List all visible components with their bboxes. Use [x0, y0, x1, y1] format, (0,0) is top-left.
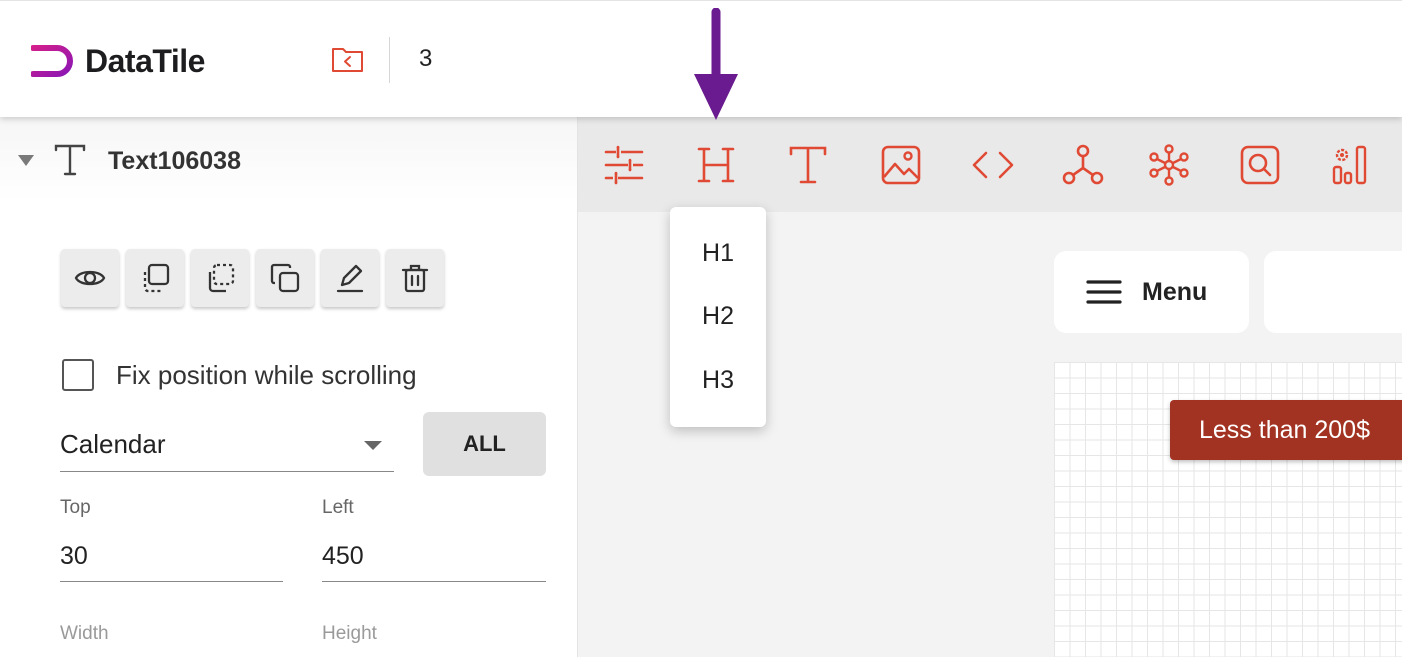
target-select[interactable]: Calendar	[60, 417, 394, 472]
header-card[interactable]	[1264, 251, 1402, 333]
widget-toolbar	[578, 117, 1402, 212]
left-input[interactable]: 450	[322, 530, 546, 582]
header-count: 3	[419, 45, 433, 72]
tool-heading[interactable]	[692, 141, 740, 189]
folder-back-icon[interactable]	[330, 43, 366, 75]
heading-option-h1[interactable]: H1	[670, 239, 766, 268]
hamburger-icon	[1086, 280, 1122, 304]
datatile-logo-mark	[31, 45, 73, 77]
left-label: Left	[322, 497, 354, 518]
visibility-button[interactable]	[61, 249, 119, 307]
heading-option-h3[interactable]: H3	[670, 366, 766, 395]
element-header[interactable]: Text106038	[0, 117, 577, 202]
code-icon	[972, 151, 1014, 179]
edit-icon	[336, 264, 364, 293]
dropdown-arrow-icon	[364, 441, 382, 450]
send-back-button[interactable]	[191, 249, 249, 307]
send-back-icon	[208, 263, 235, 293]
eye-icon	[74, 270, 106, 286]
fix-position-label: Fix position while scrolling	[116, 359, 417, 390]
fix-position-checkbox[interactable]	[62, 359, 94, 391]
graph-icon	[1062, 144, 1104, 185]
text-type-icon	[54, 144, 86, 176]
tool-search[interactable]	[1236, 141, 1284, 189]
sliders-icon	[604, 145, 644, 185]
duplicate-button[interactable]	[256, 249, 314, 307]
duplicate-icon	[270, 263, 300, 293]
bring-front-icon	[143, 263, 170, 293]
tool-text[interactable]	[784, 141, 832, 189]
menu-card[interactable]: Menu	[1054, 251, 1249, 333]
collapse-caret-icon[interactable]	[18, 155, 34, 166]
top-input[interactable]: 30	[60, 530, 283, 582]
heading-level-menu: H1 H2 H3	[670, 207, 766, 427]
target-select-value: Calendar	[60, 429, 166, 459]
edit-button[interactable]	[321, 249, 379, 307]
datatile-logo[interactable]: DataTile	[31, 43, 205, 79]
delete-button[interactable]	[386, 249, 444, 307]
bring-front-button[interactable]	[126, 249, 184, 307]
search-icon	[1240, 145, 1280, 185]
width-label: Width	[60, 623, 109, 644]
properties-panel: Text106038 Fix position while scrolling …	[0, 117, 578, 657]
menu-label: Menu	[1142, 277, 1208, 306]
tool-graph[interactable]	[1059, 141, 1107, 189]
top-value: 30	[60, 542, 88, 570]
tool-code[interactable]	[969, 141, 1017, 189]
tool-network[interactable]	[1145, 141, 1193, 189]
element-actions	[61, 249, 444, 307]
annotation-arrow-icon	[694, 8, 738, 120]
tool-settings[interactable]	[600, 141, 648, 189]
all-button[interactable]: ALL	[423, 412, 546, 476]
image-icon	[881, 145, 921, 185]
price-tag-text-element[interactable]: Less than 200$	[1170, 400, 1402, 460]
tool-image[interactable]	[877, 141, 925, 189]
top-label: Top	[60, 497, 91, 518]
logo-text: DataTile	[85, 42, 205, 79]
left-value: 450	[322, 542, 364, 570]
header-divider	[389, 37, 390, 83]
text-icon	[789, 146, 827, 184]
tool-settings-bars[interactable]	[1326, 141, 1374, 189]
fix-position-option[interactable]: Fix position while scrolling	[62, 359, 417, 391]
trash-icon	[401, 264, 429, 293]
heading-option-h2[interactable]: H2	[670, 302, 766, 331]
element-name: Text106038	[108, 147, 241, 175]
height-label: Height	[322, 623, 377, 644]
network-icon	[1149, 144, 1189, 186]
settings-bars-icon	[1332, 145, 1367, 185]
heading-icon	[697, 147, 735, 183]
